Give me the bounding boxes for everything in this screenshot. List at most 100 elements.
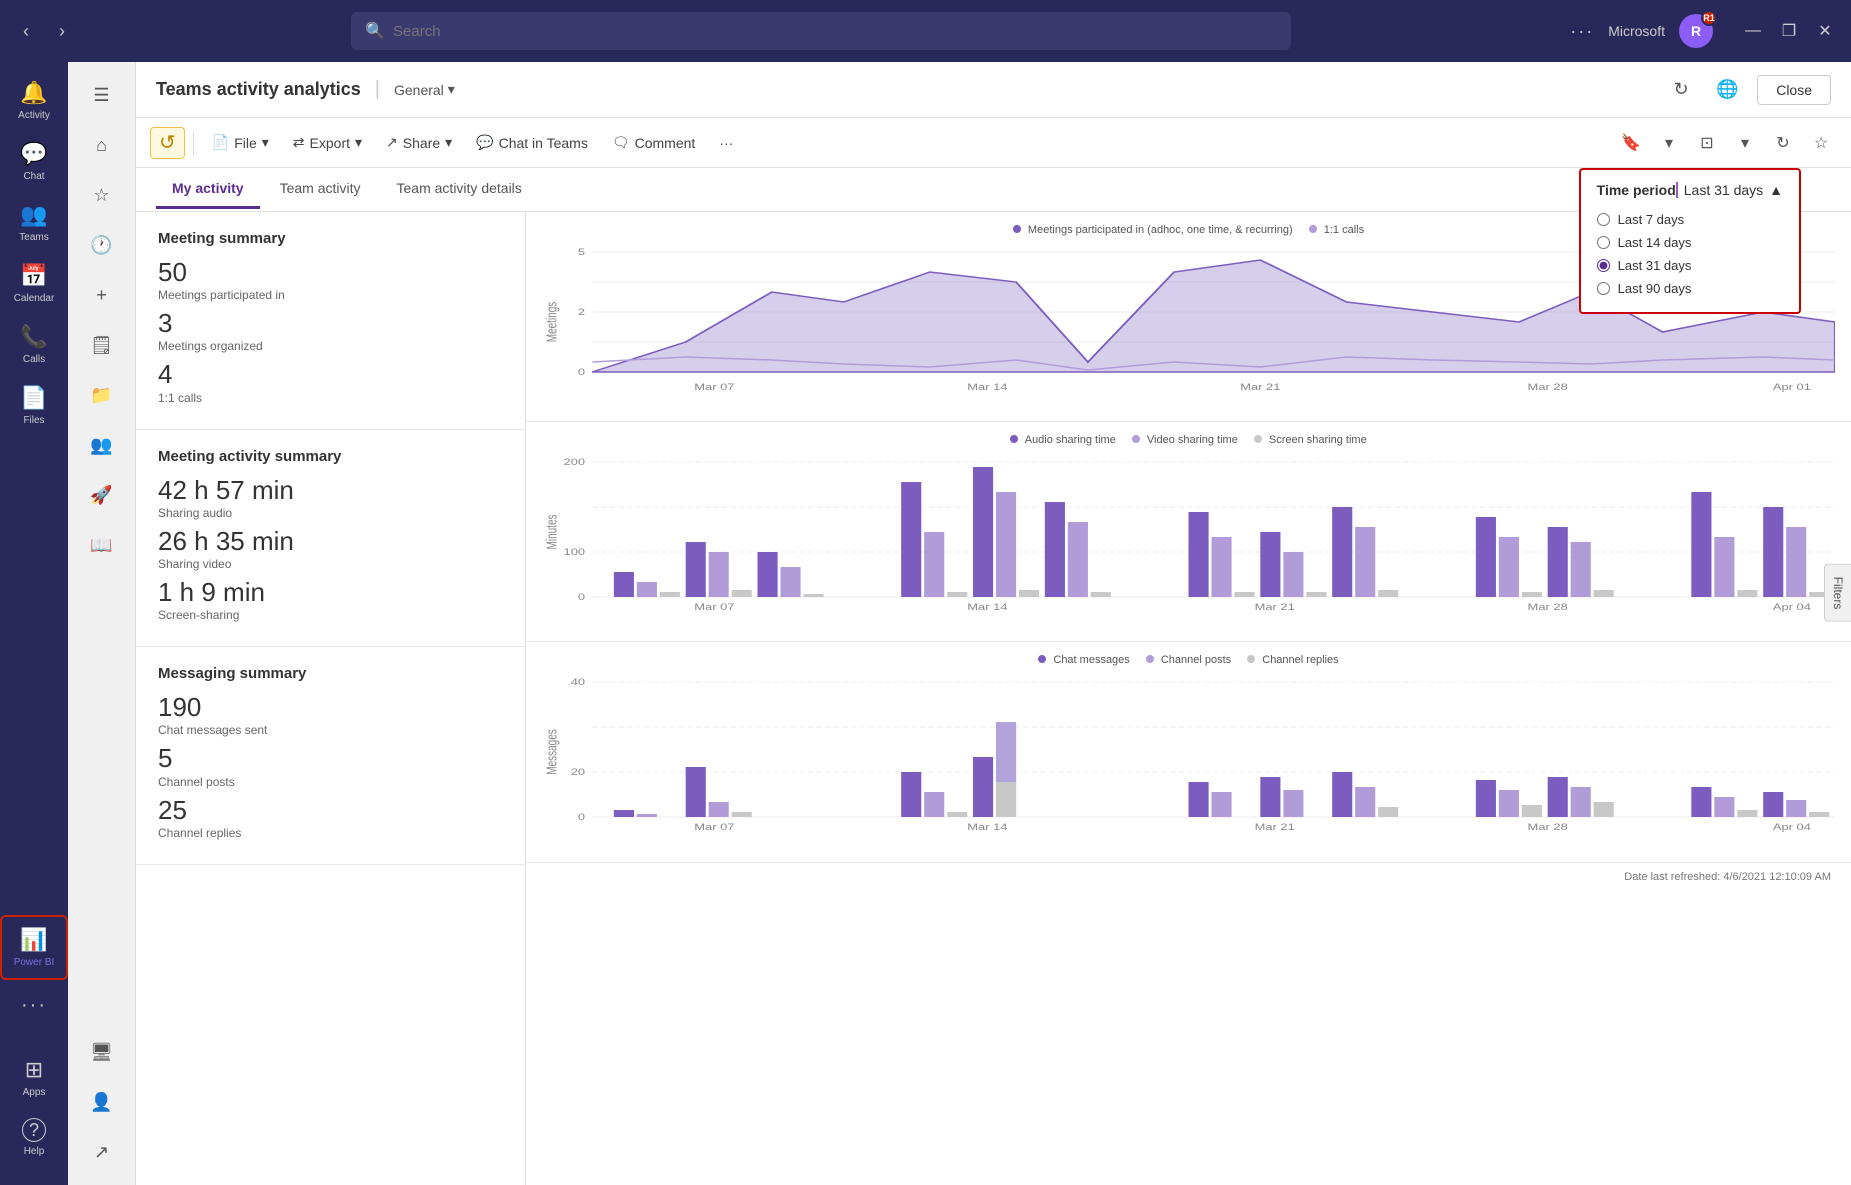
- time-period-options: Last 7 days Last 14 days Last 31 days La…: [1597, 208, 1783, 300]
- toolbar: ↺ 📄 File ▾ ⇄ Export ▾ ↗ Share ▾ 💬 Chat i…: [136, 118, 1851, 168]
- nav-calendar[interactable]: 📅 Calendar: [0, 253, 68, 314]
- nav-more[interactable]: ···: [0, 984, 68, 1027]
- legend-channel-replies: Channel replies: [1247, 654, 1339, 666]
- undo-button[interactable]: ↺: [150, 127, 185, 159]
- nav-chat[interactable]: 💬 Chat: [0, 131, 68, 192]
- avatar-initials: R: [1691, 23, 1701, 39]
- svg-text:Apr 04: Apr 04: [1773, 603, 1811, 612]
- meetings-participated-number: 50: [158, 257, 503, 288]
- view-chevron[interactable]: ▾: [1729, 127, 1761, 159]
- nav-apps[interactable]: ⊞ Apps: [0, 1047, 68, 1108]
- tab-team-activity[interactable]: Team activity: [264, 170, 377, 209]
- view-button[interactable]: ⊡: [1691, 127, 1723, 159]
- meetings-participated-label: Meetings participated in: [158, 288, 503, 302]
- more-icon: ···: [21, 994, 47, 1017]
- bookmark-chevron[interactable]: ▾: [1653, 127, 1685, 159]
- svg-text:Mar 14: Mar 14: [967, 823, 1007, 832]
- time-period-90days[interactable]: Last 90 days: [1597, 281, 1783, 296]
- close-button[interactable]: Close: [1757, 75, 1831, 105]
- sec-nav-user[interactable]: 👤: [80, 1080, 124, 1124]
- stats-panel: Meeting summary 50 Meetings participated…: [136, 212, 526, 1185]
- nav-files[interactable]: 📄 Files: [0, 375, 68, 436]
- header-right: ↻ 🌐 Close: [1665, 74, 1831, 106]
- channel-posts-number: 5: [158, 743, 503, 774]
- refresh-button[interactable]: ↻: [1665, 74, 1697, 106]
- legend-channel-posts: Channel posts: [1146, 654, 1231, 666]
- window-controls: — ❐ ✕: [1739, 17, 1839, 45]
- more-toolbar-button[interactable]: ···: [709, 129, 743, 157]
- video-time-number: 26 h 35 min: [158, 526, 503, 557]
- time-7days-label: Last 7 days: [1618, 212, 1685, 227]
- minimize-button[interactable]: —: [1739, 17, 1767, 45]
- legend-dot-video: [1132, 435, 1140, 443]
- share-button[interactable]: ↗ Share ▾: [376, 128, 462, 157]
- time-14days-label: Last 14 days: [1618, 235, 1692, 250]
- svg-text:Minutes: Minutes: [544, 515, 560, 550]
- general-dropdown[interactable]: General ▾: [394, 81, 455, 98]
- sec-nav-add[interactable]: +: [80, 273, 124, 317]
- time-period-value: Last 31 days ▲: [1676, 182, 1783, 198]
- time-period-7days[interactable]: Last 7 days: [1597, 212, 1783, 227]
- sec-nav-folder[interactable]: 📁: [80, 373, 124, 417]
- filters-tab[interactable]: Filters: [1824, 563, 1851, 622]
- audio-time-label: Sharing audio: [158, 506, 503, 520]
- channel-replies-number: 25: [158, 795, 503, 826]
- chart3-svg: Messages 40 20 0: [542, 672, 1835, 832]
- time-period-31days[interactable]: Last 31 days: [1597, 258, 1783, 273]
- nav-apps-label: Apps: [23, 1087, 46, 1098]
- svg-text:Mar 07: Mar 07: [694, 603, 734, 612]
- globe-button[interactable]: 🌐: [1711, 74, 1743, 106]
- sec-nav-star[interactable]: ☆: [80, 173, 124, 217]
- search-icon: 🔍: [365, 21, 385, 41]
- maximize-button[interactable]: ❐: [1775, 17, 1803, 45]
- comment-button[interactable]: 🗨 Comment: [602, 128, 705, 157]
- bookmark-button[interactable]: 🔖: [1615, 127, 1647, 159]
- meeting-activity-title: Meeting activity summary: [158, 448, 503, 465]
- svg-text:Mar 14: Mar 14: [967, 383, 1007, 392]
- nav-teams[interactable]: 👥 Teams: [0, 192, 68, 253]
- svg-text:Mar 21: Mar 21: [1255, 823, 1295, 832]
- sec-nav-rocket[interactable]: 🚀: [80, 473, 124, 517]
- back-button[interactable]: ‹: [12, 17, 40, 45]
- time-period-panel: Time period Last 31 days ▲ Last 7 days L: [1579, 168, 1801, 314]
- legend-dot-posts: [1146, 655, 1154, 663]
- window-nav: ‹ ›: [12, 17, 76, 45]
- file-button[interactable]: 📄 File ▾: [202, 128, 279, 157]
- export-button[interactable]: ⇄ Export ▾: [283, 128, 372, 157]
- svg-text:Mar 07: Mar 07: [694, 823, 734, 832]
- star-button[interactable]: ☆: [1805, 127, 1837, 159]
- nav-powerbi[interactable]: 📊 Power BI: [0, 915, 68, 980]
- comment-icon: 🗨: [612, 134, 630, 151]
- sec-nav-hamburger[interactable]: ☰: [80, 73, 124, 117]
- teams-chat-icon: 💬: [476, 134, 493, 151]
- sec-nav-home[interactable]: ⌂: [80, 123, 124, 167]
- nav-activity[interactable]: 🔔 Activity: [0, 70, 68, 131]
- nav-calendar-label: Calendar: [14, 293, 55, 304]
- export-chevron: ▾: [355, 134, 362, 151]
- more-options-button[interactable]: ···: [1570, 21, 1594, 42]
- sec-nav-arrow[interactable]: ↗: [80, 1130, 124, 1174]
- refresh2-button[interactable]: ↻: [1767, 127, 1799, 159]
- svg-text:0: 0: [578, 813, 585, 823]
- time-period-14days[interactable]: Last 14 days: [1597, 235, 1783, 250]
- meeting-activity-section: Meeting activity summary 42 h 57 min Sha…: [136, 430, 525, 648]
- search-bar[interactable]: 🔍: [351, 12, 1291, 50]
- tab-my-activity[interactable]: My activity: [156, 170, 260, 209]
- help-icon: ?: [22, 1118, 46, 1142]
- sec-nav-book[interactable]: 📖: [80, 523, 124, 567]
- sec-nav-notes[interactable]: 🗒: [80, 323, 124, 367]
- close-window-button[interactable]: ✕: [1811, 17, 1839, 45]
- share-chevron: ▾: [445, 134, 452, 151]
- nav-help[interactable]: ? Help: [0, 1108, 68, 1167]
- tab-team-activity-details[interactable]: Team activity details: [381, 170, 538, 209]
- nav-chat-label: Chat: [23, 171, 44, 182]
- chat-in-teams-button[interactable]: 💬 Chat in Teams: [466, 128, 598, 157]
- svg-text:Mar 28: Mar 28: [1528, 383, 1568, 392]
- search-input[interactable]: [393, 23, 1277, 40]
- sec-nav-people[interactable]: 👥: [80, 423, 124, 467]
- sec-nav-recent[interactable]: 🕐: [80, 223, 124, 267]
- sec-nav-monitor[interactable]: 🖥: [80, 1030, 124, 1074]
- nav-calls[interactable]: 📞 Calls: [0, 314, 68, 375]
- svg-text:Mar 21: Mar 21: [1255, 603, 1295, 612]
- forward-button[interactable]: ›: [48, 17, 76, 45]
